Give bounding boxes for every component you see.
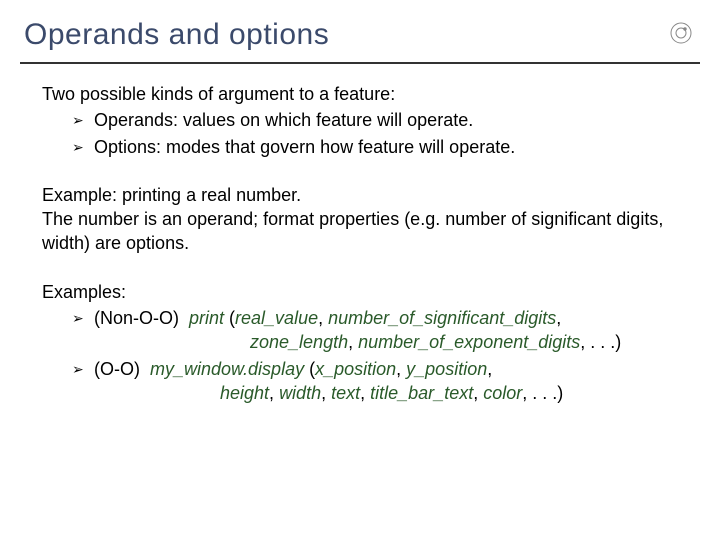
bullet-arrow-icon: ➢ [72, 357, 94, 379]
example-continuation: zone_length, number_of_exponent_digits, … [250, 330, 678, 354]
sep: , [556, 308, 561, 328]
sep: , [321, 383, 331, 403]
bullet-text: Operands: values on which feature will o… [94, 108, 678, 132]
examples-list: ➢ (Non-O-O) print (real_value, number_of… [42, 306, 678, 405]
arg: real_value [235, 308, 318, 328]
close: , . . .) [522, 383, 563, 403]
bullet-arrow-icon: ➢ [72, 306, 94, 328]
close: , . . .) [580, 332, 621, 352]
slide-body: Two possible kinds of argument to a feat… [0, 64, 720, 405]
arg: y_position [406, 359, 487, 379]
arg: title_bar_text [370, 383, 473, 403]
bullet-item: ➢ Operands: values on which feature will… [72, 108, 678, 132]
sep: , [269, 383, 279, 403]
arg: color [483, 383, 522, 403]
arg: width [279, 383, 321, 403]
arg: zone_length [250, 332, 348, 352]
examples-label: Examples: [42, 280, 678, 304]
example-line-2: The number is an operand; format propert… [42, 207, 678, 256]
sep: , [396, 359, 406, 379]
fn-name: print [189, 308, 224, 328]
paren-open: ( [224, 308, 235, 328]
arg: x_position [315, 359, 396, 379]
slide: Operands and options Two possible kinds … [0, 0, 720, 540]
intro-line: Two possible kinds of argument to a feat… [42, 82, 678, 106]
example-content: (O-O) my_window.display (x_position, y_p… [94, 357, 678, 406]
example-continuation: height, width, text, title_bar_text, col… [220, 381, 678, 405]
bullet-text: Options: modes that govern how feature w… [94, 135, 678, 159]
bullet-list: ➢ Operands: values on which feature will… [42, 108, 678, 159]
ex-style-label: (O-O) [94, 359, 150, 379]
example-row-oo: ➢ (O-O) my_window.display (x_position, y… [72, 357, 678, 406]
sep: , [360, 383, 370, 403]
bullet-item: ➢ Options: modes that govern how feature… [72, 135, 678, 159]
sep: , [318, 308, 328, 328]
arg: number_of_significant_digits [328, 308, 556, 328]
title-area: Operands and options [0, 0, 720, 58]
ex-style-label: (Non-O-O) [94, 308, 189, 328]
slide-title: Operands and options [24, 18, 696, 52]
logo-icon [670, 22, 692, 44]
sep: , [473, 383, 483, 403]
arg: text [331, 383, 360, 403]
example-line-1: Example: printing a real number. [42, 183, 678, 207]
fn-name: display [248, 359, 304, 379]
examples-block: Examples: ➢ (Non-O-O) print (real_value,… [42, 280, 678, 405]
paren-open: ( [304, 359, 315, 379]
example-paragraph: Example: printing a real number. The num… [42, 183, 678, 256]
bullet-arrow-icon: ➢ [72, 135, 94, 157]
target: my_window. [150, 359, 248, 379]
intro-block: Two possible kinds of argument to a feat… [42, 82, 678, 159]
sep: , [348, 332, 358, 352]
example-row-nonoo: ➢ (Non-O-O) print (real_value, number_of… [72, 306, 678, 355]
arg: height [220, 383, 269, 403]
example-content: (Non-O-O) print (real_value, number_of_s… [94, 306, 678, 355]
bullet-arrow-icon: ➢ [72, 108, 94, 130]
arg: number_of_exponent_digits [358, 332, 580, 352]
sep: , [487, 359, 492, 379]
